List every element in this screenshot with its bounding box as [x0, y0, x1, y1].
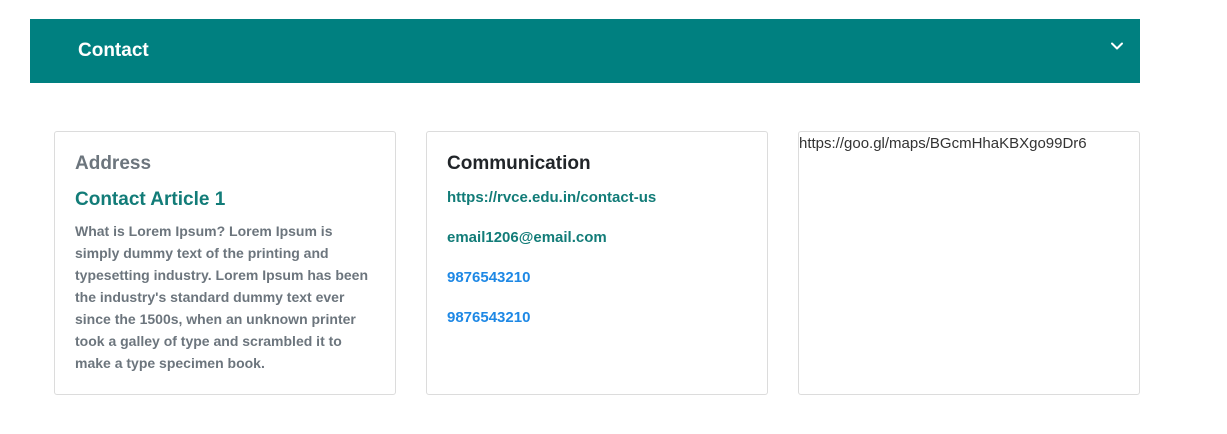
communication-card: Communication https://rvce.edu.in/contac… — [426, 131, 768, 395]
contact-accordion-header[interactable]: Contact — [30, 19, 1140, 83]
map-card: https://goo.gl/maps/BGcmHhaKBXgo99Dr6 — [798, 131, 1140, 395]
address-card: Address Contact Article 1 What is Lorem … — [54, 131, 396, 395]
map-url-text: https://goo.gl/maps/BGcmHhaKBXgo99Dr6 — [799, 135, 1087, 152]
communication-heading: Communication — [447, 153, 591, 174]
phone-link-2[interactable]: 9876543210 — [447, 308, 747, 328]
website-link[interactable]: https://rvce.edu.in/contact-us — [447, 188, 747, 208]
email-link[interactable]: email1206@email.com — [447, 228, 747, 248]
chevron-down-icon[interactable] — [1110, 39, 1124, 53]
address-heading: Address — [75, 153, 152, 174]
article-body: What is Lorem Ipsum? Lorem Ipsum is simp… — [75, 223, 369, 371]
article-title: Contact Article 1 — [75, 189, 226, 210]
phone-link-1[interactable]: 9876543210 — [447, 268, 747, 288]
accordion-title: Contact — [78, 40, 149, 61]
